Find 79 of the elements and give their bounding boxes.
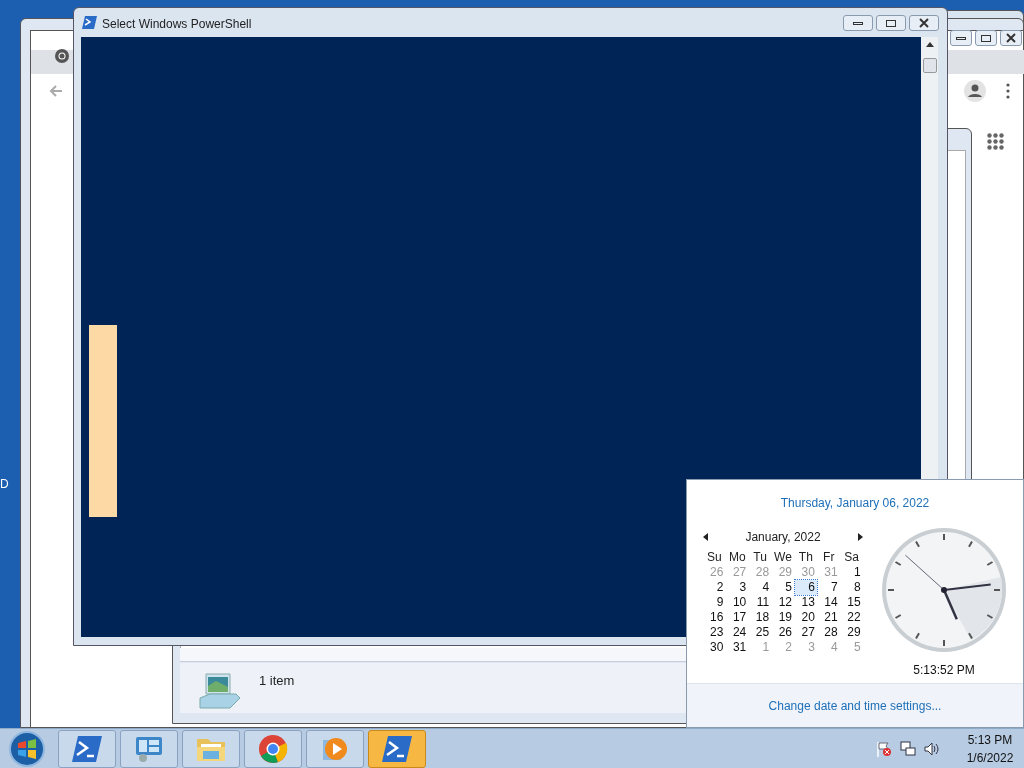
network-icon[interactable] [900, 740, 916, 757]
calendar-day[interactable]: 16 [703, 610, 726, 625]
weekday-label: Mo [727, 549, 747, 565]
close-button[interactable] [1000, 30, 1022, 46]
close-icon [918, 18, 930, 28]
calendar-day[interactable]: 17 [726, 610, 749, 625]
weekday-label: We [773, 549, 793, 565]
calendar-day[interactable]: 21 [817, 610, 840, 625]
powershell-icon [382, 735, 412, 762]
profile-icon[interactable] [964, 80, 986, 102]
maximize-button[interactable] [876, 15, 906, 31]
flag-icon[interactable] [876, 740, 892, 757]
speaker-icon[interactable] [924, 740, 940, 757]
calendar-day[interactable]: 12 [772, 595, 794, 610]
minimize-icon [956, 36, 966, 40]
calendar-day[interactable]: 31 [726, 640, 749, 655]
menu-icon[interactable] [1005, 83, 1011, 99]
taskbar-button[interactable] [368, 729, 426, 768]
apps-grid-icon[interactable] [987, 133, 1004, 150]
taskbar-time[interactable]: 5:13 PM [967, 730, 1013, 749]
calendar-day[interactable]: 26 [772, 625, 794, 640]
calendar-day[interactable]: 30 [703, 640, 726, 655]
calendar-day[interactable]: 19 [772, 610, 794, 625]
calendar-day[interactable]: 25 [749, 625, 772, 640]
powershell-icon [72, 735, 102, 762]
calendar-day[interactable]: 10 [726, 595, 749, 610]
maximize-icon [886, 19, 896, 27]
minimize-button[interactable] [950, 30, 972, 46]
calendar-day[interactable]: 22 [840, 610, 863, 625]
month-label[interactable]: January, 2022 [745, 528, 821, 546]
media-player-icon [321, 735, 349, 762]
digital-time: 5:13:52 PM [913, 662, 975, 679]
weekday-label: Tu [752, 549, 768, 565]
minimize-button[interactable] [843, 15, 873, 31]
calendar-day[interactable]: 28 [817, 625, 840, 640]
calendar-day[interactable]: 9 [703, 595, 726, 610]
calendar-day[interactable]: 5 [772, 580, 794, 595]
close-button[interactable] [909, 15, 939, 31]
laptop-icon [198, 672, 242, 710]
calendar-day[interactable]: 3 [726, 580, 749, 595]
minimize-icon [853, 21, 863, 25]
calendar-day[interactable]: 13 [794, 595, 817, 610]
close-icon [1005, 33, 1017, 43]
taskbar-button[interactable] [120, 729, 178, 768]
weekday-label: Fr [822, 549, 836, 565]
calendar-day[interactable]: 8 [840, 580, 863, 595]
scroll-up-icon[interactable] [926, 42, 934, 47]
taskbar-button[interactable] [244, 729, 302, 768]
calendar-day[interactable]: 6 [794, 580, 817, 595]
powershell-icon [82, 16, 97, 29]
calendar-day[interactable]: 24 [726, 625, 749, 640]
calendar-day[interactable]: 27 [794, 625, 817, 640]
calendar-day[interactable]: 15 [840, 595, 863, 610]
weekday-label: Su [706, 549, 723, 565]
calendar-day[interactable]: 11 [749, 595, 772, 610]
long-date-link[interactable]: Thursday, January 06, 2022 [780, 494, 930, 512]
calendar-day[interactable]: 2 [703, 580, 726, 595]
calendar-day[interactable]: 4 [749, 580, 772, 595]
taskbar-button[interactable] [58, 729, 116, 768]
item-count: 1 item [259, 672, 295, 690]
maximize-button[interactable] [975, 30, 997, 46]
previous-month-icon[interactable] [703, 533, 708, 541]
taskbar-date[interactable]: 1/6/2022 [966, 748, 1014, 767]
desktop-label: D [0, 476, 9, 493]
maximize-icon [981, 34, 991, 42]
calendar-day[interactable]: 1 [840, 565, 863, 580]
weekday-label: Sa [843, 549, 860, 565]
calendar-day[interactable]: 29 [840, 625, 863, 640]
scroll-thumb[interactable] [923, 58, 937, 73]
calendar-day[interactable]: 23 [703, 625, 726, 640]
next-month-icon[interactable] [858, 533, 863, 541]
calendar-day[interactable]: 7 [817, 580, 840, 595]
calendar-day[interactable]: 18 [749, 610, 772, 625]
calendar-day[interactable]: 20 [794, 610, 817, 625]
calendar-day[interactable]: 14 [817, 595, 840, 610]
analog-clock-icon [881, 527, 1007, 653]
taskbar-button[interactable] [182, 729, 240, 768]
weekday-label: Th [797, 549, 814, 565]
window-title: Select Windows PowerShell [102, 16, 252, 33]
